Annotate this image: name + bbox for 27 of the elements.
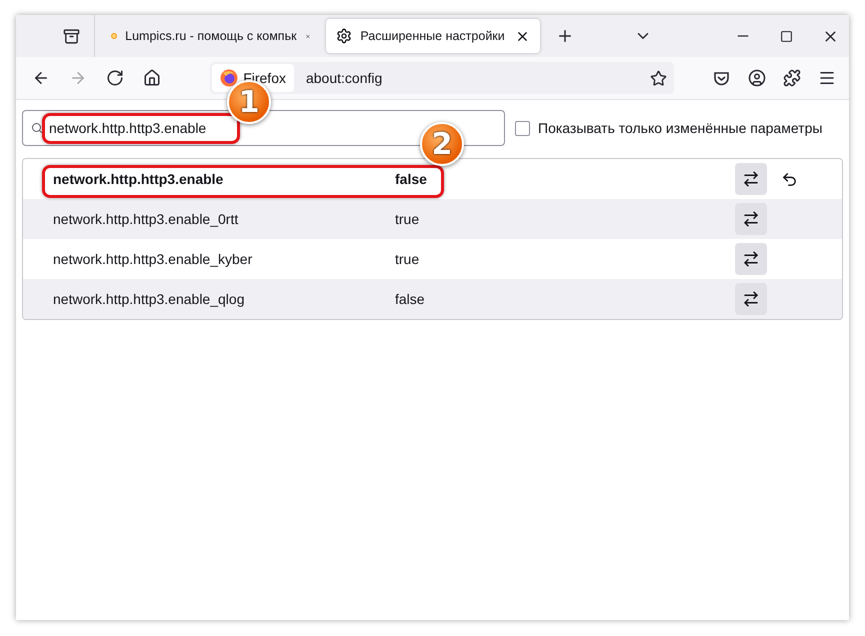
checkbox-label: Показывать только изменённые параметры <box>538 120 822 136</box>
settings-icon <box>336 28 352 44</box>
preference-value: true <box>395 251 420 267</box>
swap-arrows-icon <box>742 170 760 188</box>
undo-arrow-icon <box>780 170 798 188</box>
preference-name: network.http.http3.enable_qlog <box>53 291 246 307</box>
toggle-button[interactable] <box>735 163 767 195</box>
swap-arrows-icon <box>742 210 760 228</box>
preference-row[interactable]: network.http.http3.enable_qlog false <box>23 279 842 319</box>
swap-arrows-icon <box>742 250 760 268</box>
toggle-button[interactable] <box>735 283 767 315</box>
url-text: about:config <box>306 70 384 86</box>
browser-tab[interactable]: Lumpics.ru - помощь с компьк <box>101 19 320 53</box>
preference-value: true <box>395 211 420 227</box>
preference-name: network.http.http3.enable_kyber <box>53 251 254 267</box>
search-icon <box>31 122 43 134</box>
swap-arrows-icon <box>742 290 760 308</box>
preference-name: network.http.http3.enable <box>53 171 224 187</box>
browser-tab[interactable]: Расширенные настройки <box>326 19 540 53</box>
preference-row[interactable]: network.http.http3.enable_0rtt true <box>23 199 842 239</box>
toggle-button[interactable] <box>735 203 767 235</box>
preference-value: false <box>395 171 428 187</box>
firefox-logo-icon <box>220 69 238 87</box>
preference-value: false <box>395 291 426 307</box>
toggle-button[interactable] <box>735 243 767 275</box>
checkbox[interactable] <box>515 120 530 136</box>
preference-name: network.http.http3.enable_0rtt <box>53 211 240 227</box>
